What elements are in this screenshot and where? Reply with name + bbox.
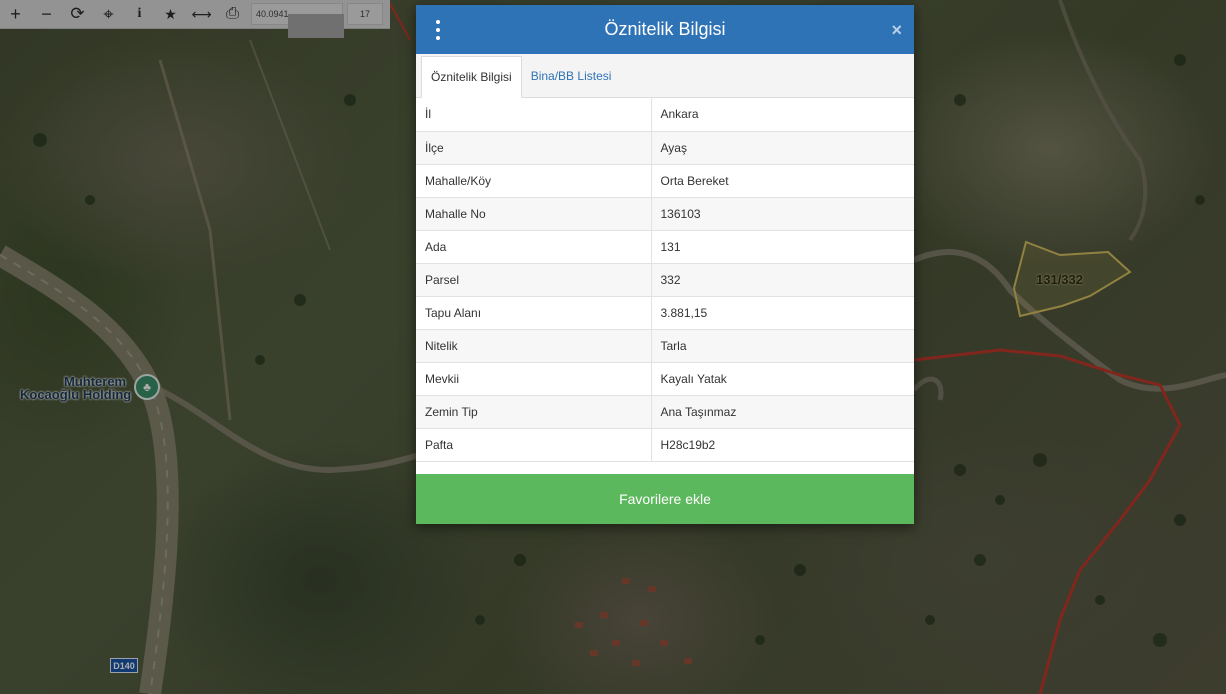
attr-key: Ada <box>416 230 652 264</box>
table-row: Tapu Alanı 3.881,15 <box>416 296 914 330</box>
attr-key: Pafta <box>416 428 652 462</box>
table-row: Pafta H28c19b2 <box>416 428 914 462</box>
attr-key: Nitelik <box>416 329 652 363</box>
attr-key: Mahalle No <box>416 197 652 231</box>
table-row: Mahalle No 136103 <box>416 197 914 231</box>
attr-key: Zemin Tip <box>416 395 652 429</box>
table-row: Mevkii Kayalı Yatak <box>416 362 914 396</box>
dialog-header: Öznitelik Bilgisi × <box>416 5 914 54</box>
attr-value: Kayalı Yatak <box>651 362 914 396</box>
table-row: Parsel 332 <box>416 263 914 297</box>
tab-building-list[interactable]: Bina/BB Listesi <box>522 55 621 97</box>
attr-key: Mevkii <box>416 362 652 396</box>
tab-attribute-info[interactable]: Öznitelik Bilgisi <box>421 56 522 98</box>
attr-key: Parsel <box>416 263 652 297</box>
dialog-tabs: Öznitelik Bilgisi Bina/BB Listesi <box>416 54 914 98</box>
table-row: Ada 131 <box>416 230 914 264</box>
attr-value: Ayaş <box>651 131 914 165</box>
attr-key: İl <box>416 98 652 132</box>
attr-value: 136103 <box>651 197 914 231</box>
dialog-title: Öznitelik Bilgisi <box>604 19 726 39</box>
table-row: Zemin Tip Ana Taşınmaz <box>416 395 914 429</box>
attr-value: Ankara <box>651 98 914 132</box>
attr-value: 131 <box>651 230 914 264</box>
attr-key: Mahalle/Köy <box>416 164 652 198</box>
table-row: İl Ankara <box>416 98 914 132</box>
attr-key: Tapu Alanı <box>416 296 652 330</box>
attr-value: H28c19b2 <box>651 428 914 462</box>
attr-value: Orta Bereket <box>651 164 914 198</box>
table-row: İlçe Ayaş <box>416 131 914 165</box>
attr-value: 332 <box>651 263 914 297</box>
attribute-table: İl Ankara İlçe Ayaş Mahalle/Köy Orta Bereke… <box>416 98 914 462</box>
attribute-info-dialog: Öznitelik Bilgisi × Öznitelik Bilgisi Bi… <box>416 5 914 524</box>
attr-value: Ana Taşınmaz <box>651 395 914 429</box>
attr-value: 3.881,15 <box>651 296 914 330</box>
close-icon[interactable]: × <box>891 20 902 41</box>
table-row: Nitelik Tarla <box>416 329 914 363</box>
add-to-favorites-button[interactable]: Favorilere ekle <box>416 474 914 524</box>
kebab-menu-icon[interactable] <box>434 20 442 40</box>
attr-key: İlçe <box>416 131 652 165</box>
table-row: Mahalle/Köy Orta Bereket <box>416 164 914 198</box>
attr-value: Tarla <box>651 329 914 363</box>
